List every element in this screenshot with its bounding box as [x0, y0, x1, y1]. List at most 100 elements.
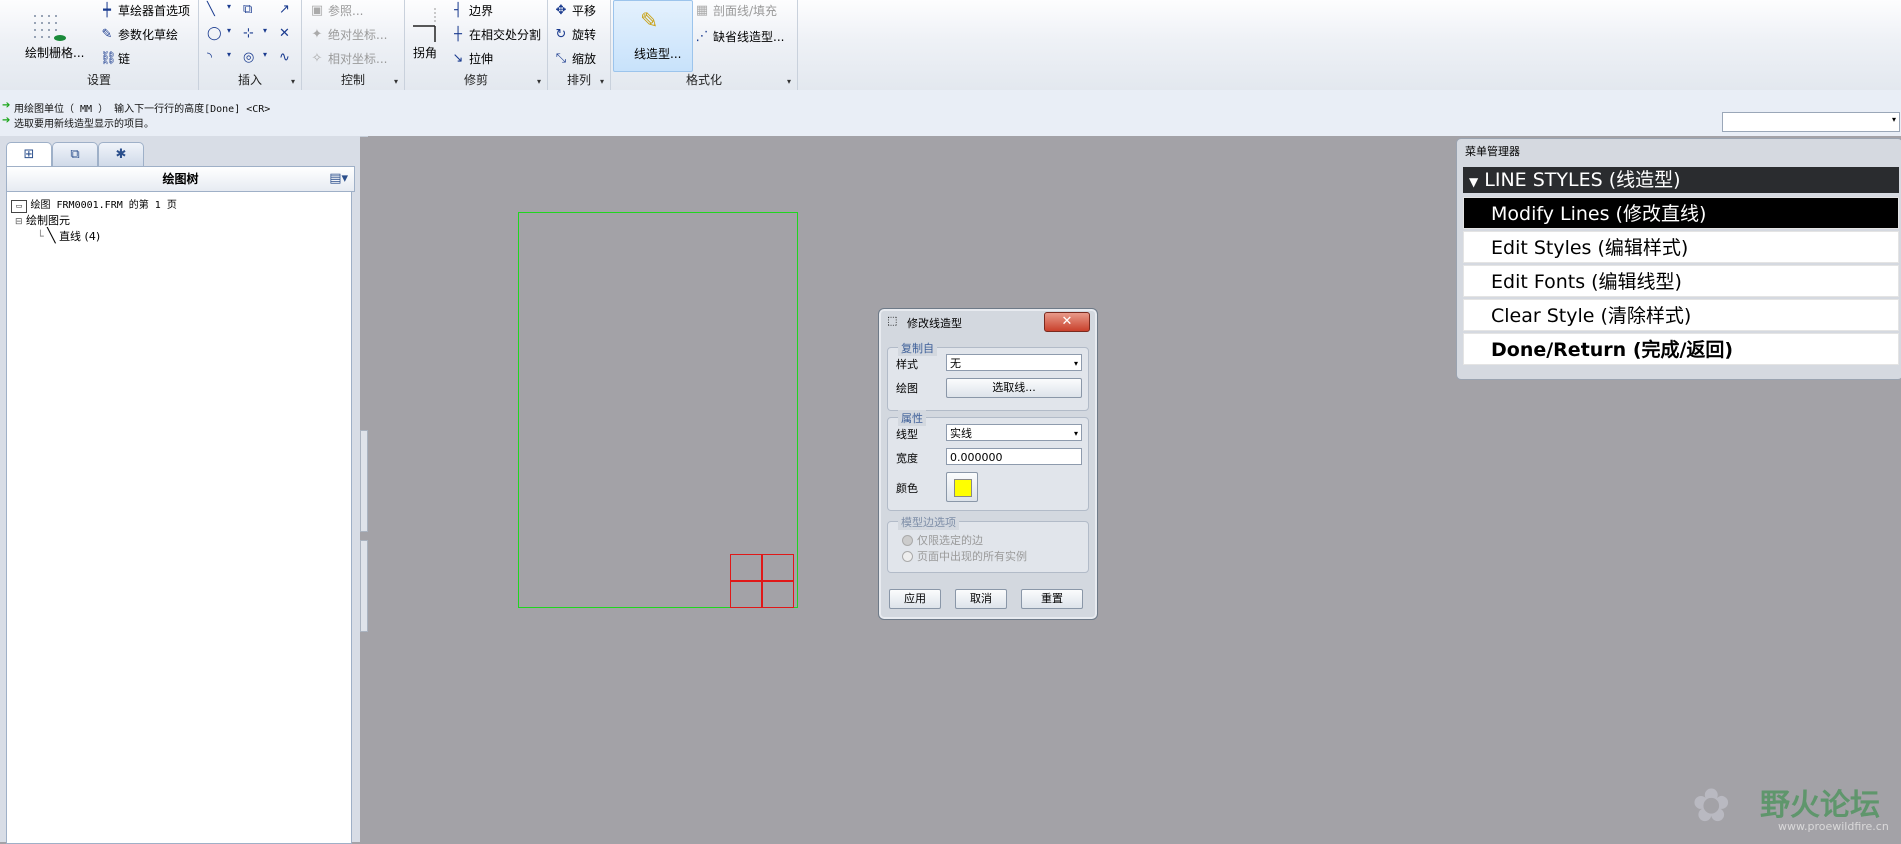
- table-cell[interactable]: [730, 580, 762, 608]
- group-label: 修剪: [463, 73, 488, 87]
- color-button[interactable]: [946, 472, 978, 502]
- spline-icon[interactable]: ∿: [279, 50, 290, 65]
- group-expand-icon[interactable]: ▾: [600, 77, 604, 86]
- drawing-frame[interactable]: [518, 212, 798, 608]
- split-at-intersect-button[interactable]: ┼ 在相交处分割: [451, 26, 541, 43]
- tab-folder-browser[interactable]: ⧉: [52, 142, 98, 167]
- panel-sash[interactable]: [360, 540, 368, 632]
- close-icon: ✕: [1061, 314, 1073, 329]
- radio-selected-edges[interactable]: 仅限选定的边: [902, 532, 983, 548]
- watermark-logo-icon: ✿: [1692, 778, 1731, 832]
- dropdown-icon[interactable]: ▾: [263, 50, 267, 59]
- hatch-fill-button[interactable]: ▦ 剖面线/填充: [695, 2, 777, 19]
- message-line: 用绘图单位（ MM ） 输入下一行行的高度[Done] <CR>: [14, 104, 271, 115]
- translate-button[interactable]: ✥ 平移: [554, 2, 596, 19]
- sketcher-prefs-icon: ┿: [103, 2, 111, 18]
- default-line-style-icon: ⋰: [695, 28, 709, 44]
- scale-button[interactable]: ⤡ 缩放: [554, 50, 596, 67]
- group-insert: ╲ ▾ ⧉ ↗ ◯ ▾ ⊹ ▾ ✕ ◝ ▾ ◎ ▾ ∿ 插入 ▾: [199, 0, 302, 90]
- tree-item-lines[interactable]: └ ╲ 直线 (4): [37, 228, 100, 244]
- arc-tool-icon[interactable]: ↗: [279, 2, 290, 17]
- dropdown-icon[interactable]: ▾: [227, 50, 231, 59]
- linetype-select[interactable]: 实线 ▾: [946, 424, 1082, 441]
- menu-item-clear-style[interactable]: Clear Style (清除样式): [1463, 299, 1899, 331]
- dropdown-icon[interactable]: ▾: [227, 2, 231, 11]
- line-icon[interactable]: ╲: [207, 2, 215, 17]
- color-label: 颜色: [896, 482, 918, 495]
- style-label: 样式: [896, 358, 918, 371]
- corner-button[interactable]: 拐角: [413, 44, 437, 61]
- reference-button[interactable]: ▣ 参照...: [310, 2, 364, 19]
- drawing-tree: ▭ 绘图 FRM0001.FRM 的第 1 页 ⊟ 绘制图元 └ ╲ 直线 (4…: [6, 191, 352, 844]
- group-arrange: ✥ 平移 ↻ 旋转 ⤡ 缩放 排列 ▾: [548, 0, 611, 90]
- radio-icon: [902, 550, 913, 562]
- stretch-button[interactable]: ↘ 拉伸: [451, 50, 493, 67]
- tree-connector: └: [37, 230, 44, 243]
- table-cell[interactable]: [762, 580, 794, 608]
- width-label: 宽度: [896, 452, 918, 465]
- dialog-titlebar[interactable]: ⬚ 修改线造型 ✕: [879, 309, 1097, 333]
- default-line-style-button[interactable]: ⋰ 缺省线造型...: [695, 28, 785, 45]
- tree-title: 绘图树: [162, 172, 199, 186]
- absolute-coord-button[interactable]: ✦ 绝对坐标...: [310, 26, 388, 43]
- group-expand-icon[interactable]: ▾: [394, 77, 398, 86]
- apply-button[interactable]: 应用: [889, 589, 941, 609]
- fillet-icon[interactable]: ◝: [207, 50, 212, 65]
- tree-item-draft-entities[interactable]: ⊟ 绘制图元: [15, 212, 70, 228]
- chain-icon: ⛓: [100, 50, 117, 66]
- cancel-button[interactable]: 取消: [955, 589, 1007, 609]
- group-expand-icon[interactable]: ▾: [291, 77, 295, 86]
- parametric-sketch-button[interactable]: ✎ 参数化草绘: [100, 26, 178, 43]
- watermark: ✿ 野火论坛 www.proewildfire.cn: [1692, 776, 1889, 836]
- menu-header[interactable]: ▼ LINE STYLES (线造型): [1463, 167, 1899, 193]
- tab-model-tree[interactable]: ⊞: [6, 142, 52, 167]
- dropdown-icon[interactable]: ▾: [227, 26, 231, 35]
- sketcher-prefs-button[interactable]: ┿ 草绘器首选项: [100, 2, 190, 19]
- offset-icon[interactable]: ⧉: [243, 2, 252, 17]
- sketch-grid-button[interactable]: 绘制栅格...: [25, 44, 84, 61]
- width-field[interactable]: 0.000000: [946, 448, 1082, 465]
- table-cell[interactable]: [762, 554, 794, 582]
- radio-all-instances[interactable]: 页面中出现的所有实例: [902, 548, 1027, 564]
- absolute-coord-icon: ✦: [311, 26, 323, 42]
- triangle-down-icon: ▼: [1469, 175, 1479, 189]
- ribbon: 绘制栅格... ┿ 草绘器首选项 ✎ 参数化草绘 ⛓ 链 设置 ╲ ▾ ⧉ ↗ ◯ ▾…: [0, 0, 1901, 91]
- style-select[interactable]: 无 ▾: [946, 354, 1082, 371]
- cross-icon[interactable]: ✕: [279, 26, 290, 41]
- collapse-icon[interactable]: ⊟: [15, 217, 23, 227]
- group-expand-icon[interactable]: ▾: [787, 77, 791, 86]
- chain-button[interactable]: ⛓ 链: [100, 50, 130, 67]
- tree-settings-icon[interactable]: ▤▾: [329, 167, 348, 191]
- tab-favorites[interactable]: ✱: [98, 142, 144, 167]
- circle-icon[interactable]: ◯: [207, 26, 222, 41]
- watermark-text: 野火论坛: [1760, 788, 1880, 823]
- group-label: 控制: [340, 73, 365, 87]
- table-cell[interactable]: [730, 554, 762, 582]
- menu-item-modify-lines[interactable]: Modify Lines (修改直线): [1463, 197, 1899, 229]
- group-trim: 拐角 ┤ 边界 ┼ 在相交处分割 ↘ 拉伸 修剪 ▾: [405, 0, 548, 90]
- group-label: 插入: [237, 73, 262, 87]
- menu-item-edit-fonts[interactable]: Edit Fonts (编辑线型): [1463, 265, 1899, 297]
- line-style-button[interactable]: ✎ 线造型...: [613, 0, 693, 72]
- panel-sash[interactable]: [360, 430, 368, 532]
- ellipse-icon[interactable]: ◎: [243, 50, 254, 65]
- menu-item-done-return[interactable]: Done/Return (完成/返回): [1463, 333, 1899, 365]
- menu-item-edit-styles[interactable]: Edit Styles (编辑样式): [1463, 231, 1899, 263]
- filter-select[interactable]: ▾: [1722, 112, 1900, 132]
- group-expand-icon[interactable]: ▾: [537, 77, 541, 86]
- rotate-button[interactable]: ↻ 旋转: [554, 26, 596, 43]
- close-button[interactable]: ✕: [1044, 312, 1090, 332]
- select-line-button[interactable]: 选取线...: [946, 378, 1082, 398]
- reset-button[interactable]: 重置: [1021, 589, 1083, 609]
- boundary-button[interactable]: ┤ 边界: [451, 2, 493, 19]
- dropdown-icon[interactable]: ▾: [263, 26, 267, 35]
- copy-from-legend: 复制自: [898, 340, 937, 356]
- corner-icon: [413, 6, 443, 42]
- message-area: ➔ 用绘图单位（ MM ） 输入下一行行的高度[Done] <CR> ➔ 选取要…: [0, 90, 1901, 137]
- relative-coord-button[interactable]: ✧ 相对坐标...: [310, 50, 388, 67]
- group-setup: 绘制栅格... ┿ 草绘器首选项 ✎ 参数化草绘 ⛓ 链 设置: [0, 0, 199, 90]
- chevron-down-icon: ▾: [1073, 429, 1078, 438]
- point-icon[interactable]: ⊹: [243, 26, 254, 41]
- dialog-title: 修改线造型: [907, 317, 962, 330]
- tree-item-sheet[interactable]: ▭ 绘图 FRM0001.FRM 的第 1 页: [11, 196, 177, 213]
